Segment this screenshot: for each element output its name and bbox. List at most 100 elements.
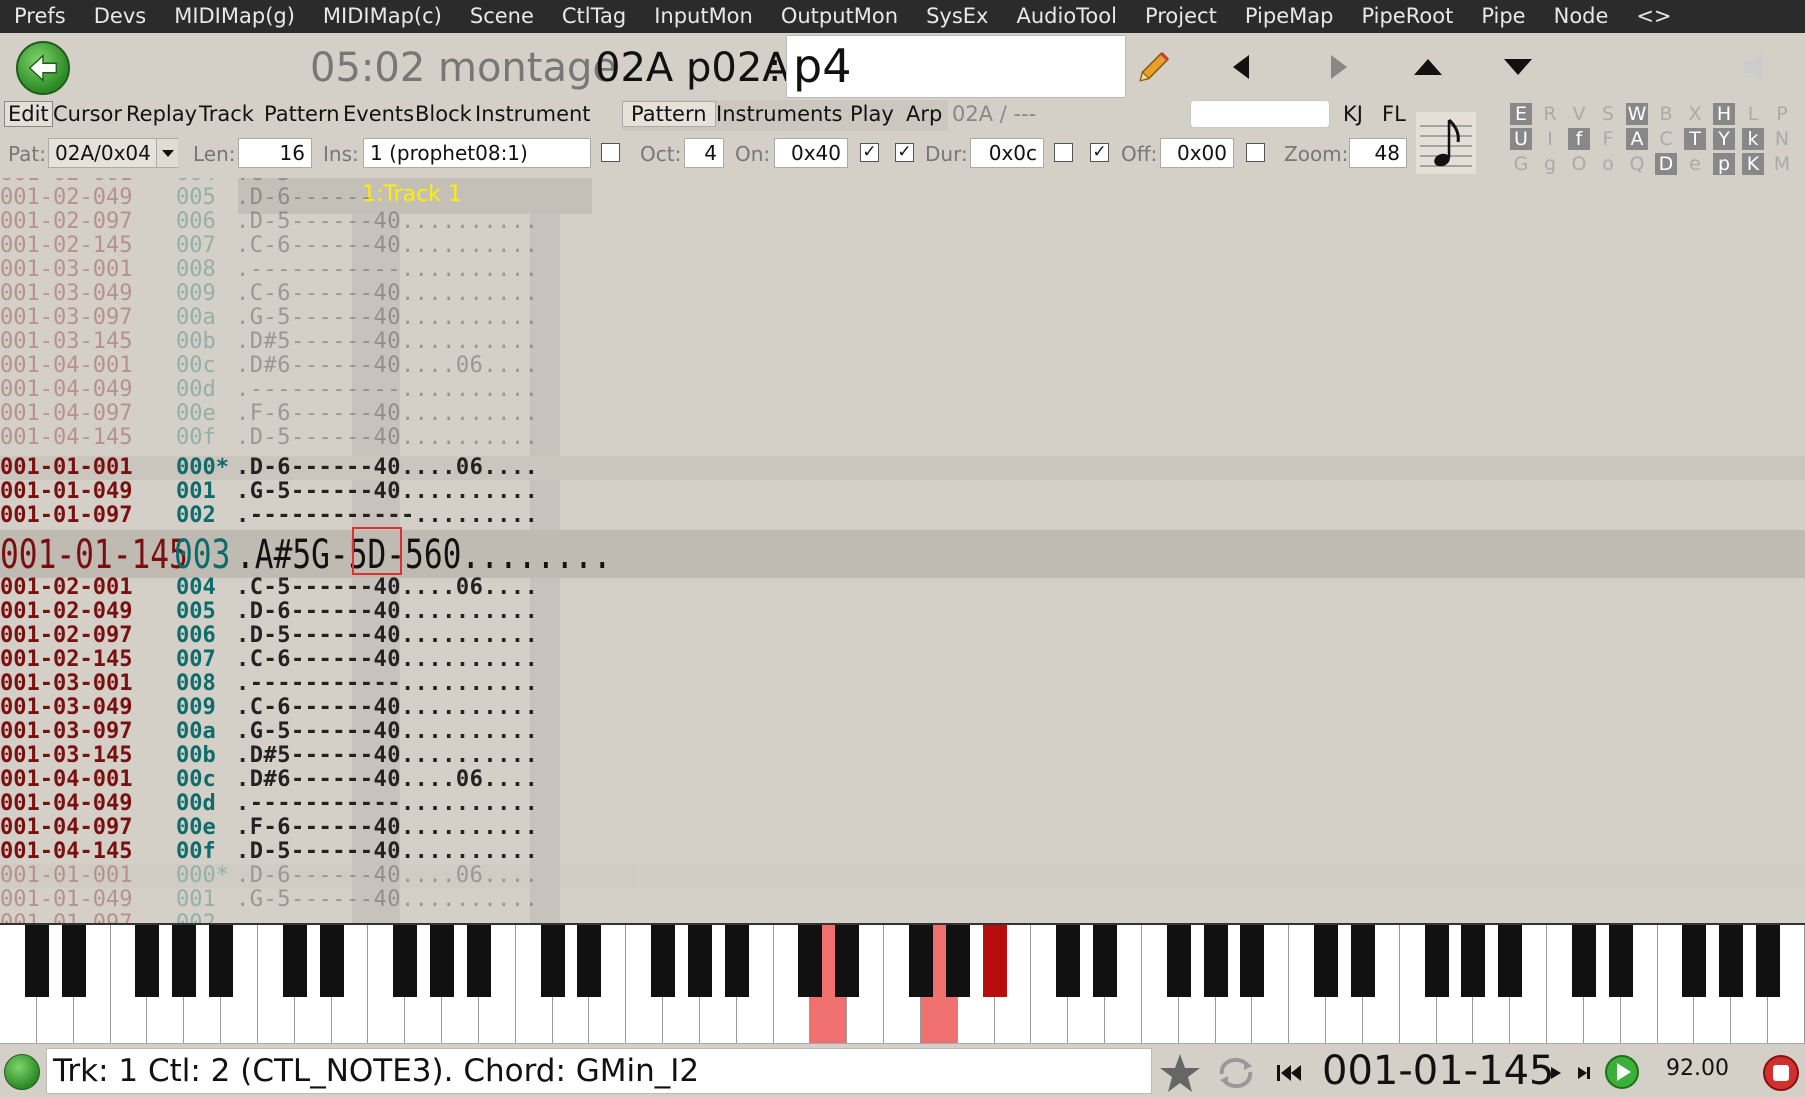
key-cell[interactable]: N: [1771, 128, 1793, 150]
key-cell[interactable]: L: [1742, 103, 1764, 125]
speaker-icon[interactable]: [1740, 49, 1774, 85]
piano-black-key[interactable]: [1314, 925, 1339, 997]
next-arrow-icon[interactable]: [1322, 51, 1358, 83]
pattern-row[interactable]: 001-03-145 00b .D#5------40..........: [0, 330, 1805, 354]
pencil-icon[interactable]: [1132, 47, 1174, 89]
pattern-row[interactable]: 001-04-097 00e .F-6------40..........: [0, 402, 1805, 426]
piano-keyboard[interactable]: [0, 923, 1805, 1043]
rewind-icon[interactable]: [1275, 1062, 1303, 1084]
key-cell[interactable]: P: [1771, 103, 1793, 125]
piano-black-key[interactable]: [393, 925, 418, 997]
key-cell[interactable]: Y: [1713, 128, 1735, 150]
skip-end-icon[interactable]: [1576, 1062, 1592, 1084]
pattern-row[interactable]: 001-04-145 00f .D-5------40..........: [0, 840, 1805, 864]
tab-arp[interactable]: Arp: [906, 102, 942, 126]
pattern-row[interactable]: 001-04-049 00d .-----------..........: [0, 378, 1805, 402]
back-button[interactable]: [16, 41, 70, 95]
duration-field[interactable]: 0x0c: [970, 138, 1044, 168]
key-cell[interactable]: g: [1539, 153, 1561, 175]
pattern-row[interactable]: 001-03-049 009 .C-6------40..........: [0, 696, 1805, 720]
prev-arrow-icon[interactable]: [1222, 51, 1258, 83]
pattern-name-input[interactable]: p4: [786, 35, 1126, 98]
piano-black-key[interactable]: [945, 925, 970, 997]
key-cell[interactable]: F: [1597, 128, 1619, 150]
key-cell[interactable]: f: [1568, 128, 1590, 150]
key-cell[interactable]: W: [1626, 103, 1648, 125]
menu-track[interactable]: Track: [199, 102, 254, 126]
piano-black-key[interactable]: [1682, 925, 1707, 997]
down-arrow-icon[interactable]: [1500, 51, 1536, 83]
status-back-icon[interactable]: [4, 1054, 40, 1090]
key-cell[interactable]: D: [1655, 153, 1677, 175]
tab-instruments[interactable]: Instruments: [716, 102, 842, 126]
piano-black-key[interactable]: [835, 925, 860, 997]
piano-black-key[interactable]: [135, 925, 160, 997]
piano-black-key[interactable]: [1056, 925, 1081, 997]
pattern-row[interactable]: 001-02-097 006 .D-5------40..........: [0, 210, 1805, 234]
piano-black-key[interactable]: [982, 925, 1007, 997]
pattern-row[interactable]: 001-04-145 00f .D-5------40..........: [0, 426, 1805, 450]
piano-black-key[interactable]: [282, 925, 307, 997]
note-icon[interactable]: [1416, 112, 1476, 174]
instrument-field[interactable]: 1 (prophet08:1): [363, 138, 591, 168]
pattern-row[interactable]: 001-02-145 007 .C-6------40..........: [0, 648, 1805, 672]
piano-black-key[interactable]: [540, 925, 565, 997]
key-cell[interactable]: E: [1510, 103, 1532, 125]
piano-black-key[interactable]: [1350, 925, 1375, 997]
pattern-row[interactable]: 001-04-001 00c .D#6------40....06....: [0, 354, 1805, 378]
piano-black-key[interactable]: [319, 925, 344, 997]
key-cell[interactable]: G: [1510, 153, 1532, 175]
pattern-row[interactable]: 001-01-049 001 .G-5------40..........: [0, 888, 1805, 912]
key-cell[interactable]: R: [1539, 103, 1561, 125]
pattern-row[interactable]: 001-03-001 008 .-----------..........: [0, 672, 1805, 696]
off-velocity-field[interactable]: 0x00: [1160, 138, 1234, 168]
pattern-row[interactable]: 001-03-097 00a .G-5------40..........: [0, 720, 1805, 744]
pattern-row[interactable]: 001-03-001 008 .-----------..........: [0, 258, 1805, 282]
menu-item[interactable]: Prefs: [0, 0, 80, 33]
pattern-grid[interactable]: 1:Track 1 001-02-001004.C-5------001-02-…: [0, 178, 1805, 923]
piano-black-key[interactable]: [1608, 925, 1633, 997]
up-arrow-icon[interactable]: [1410, 51, 1446, 83]
piano-black-key[interactable]: [466, 925, 491, 997]
pattern-row[interactable]: 001-01-097 002: [0, 912, 1805, 924]
pattern-row[interactable]: 001-04-001 00c .D#6------40....06....: [0, 768, 1805, 792]
kj-button[interactable]: KJ: [1343, 102, 1363, 126]
on-checkbox-1[interactable]: ✓: [860, 143, 879, 162]
menu-item[interactable]: AudioTool: [1002, 0, 1130, 33]
piano-black-key[interactable]: [1166, 925, 1191, 997]
play-icon[interactable]: [1604, 1054, 1640, 1090]
off-checkbox[interactable]: [1246, 143, 1265, 162]
pattern-row[interactable]: 001-01-097 002 .------------.........: [0, 504, 1805, 528]
pattern-row[interactable]: 001-02-049 005 .D-6------40..........: [0, 600, 1805, 624]
pattern-row[interactable]: 001-02-001 004 .C-5------40....06....: [0, 576, 1805, 600]
piano-black-key[interactable]: [1719, 925, 1744, 997]
menu-cursor[interactable]: Cursor: [53, 102, 122, 126]
step-forward-icon[interactable]: [1548, 1062, 1564, 1084]
key-cell[interactable]: B: [1655, 103, 1677, 125]
pattern-row[interactable]: 001-01-049 001 .G-5------40..........: [0, 480, 1805, 504]
piano-black-key[interactable]: [908, 925, 933, 997]
key-cell[interactable]: T: [1684, 128, 1706, 150]
key-cell[interactable]: H: [1713, 103, 1735, 125]
menu-item[interactable]: Pipe: [1467, 0, 1539, 33]
key-cell[interactable]: K: [1742, 153, 1764, 175]
pattern-row[interactable]: 001-02-145 007 .C-6------40..........: [0, 234, 1805, 258]
menu-item[interactable]: PipeMap: [1231, 0, 1348, 33]
menu-item[interactable]: Scene: [456, 0, 548, 33]
pattern-row[interactable]: 001-02-097 006 .D-5------40..........: [0, 624, 1805, 648]
key-cell[interactable]: o: [1597, 153, 1619, 175]
menu-item[interactable]: InputMon: [640, 0, 767, 33]
tab-pattern[interactable]: Pattern: [622, 101, 716, 127]
fl-button[interactable]: FL: [1382, 102, 1406, 126]
pattern-row[interactable]: 001-01-001 000* .D-6------40....06....: [0, 456, 1805, 480]
menu-item[interactable]: OutputMon: [767, 0, 912, 33]
piano-black-key[interactable]: [651, 925, 676, 997]
key-cell[interactable]: O: [1568, 153, 1590, 175]
key-cell[interactable]: k: [1742, 128, 1764, 150]
piano-black-key[interactable]: [1756, 925, 1781, 997]
pattern-row[interactable]: 001-03-097 00a .G-5------40..........: [0, 306, 1805, 330]
key-cell[interactable]: I: [1539, 128, 1561, 150]
key-cell[interactable]: e: [1684, 153, 1706, 175]
cursor-row[interactable]: 001-01-145 003 .A#5G-5D-560........: [0, 530, 1805, 578]
piano-black-key[interactable]: [687, 925, 712, 997]
